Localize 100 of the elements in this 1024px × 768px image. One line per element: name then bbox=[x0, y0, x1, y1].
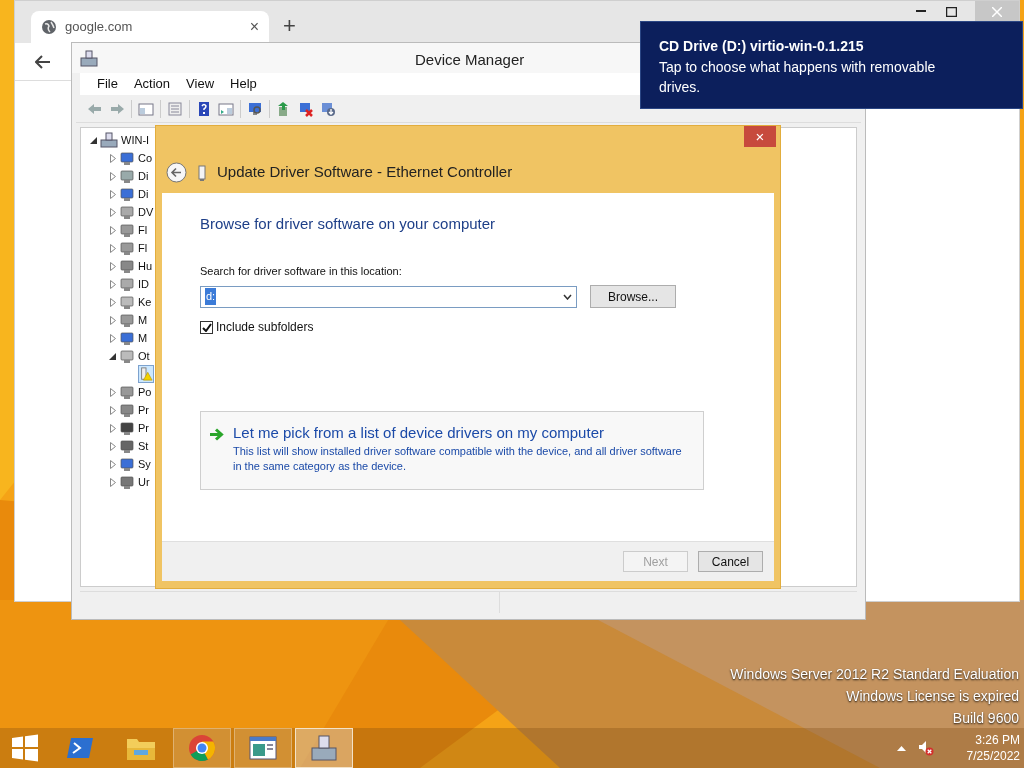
action-pane-icon[interactable] bbox=[218, 100, 234, 117]
notification-toast[interactable]: CD Drive (D:) virtio-win-0.1.215 Tap to choose what happens with removable drives. bbox=[640, 21, 1023, 109]
device-category-icon bbox=[119, 312, 135, 328]
menu-item[interactable]: Help bbox=[222, 74, 265, 94]
option-title: Let me pick from a list of device drivers on my computer bbox=[233, 424, 605, 442]
help-icon[interactable] bbox=[196, 100, 212, 117]
pick-from-list-option[interactable]: Let me pick from a list of device drivers on my computer This list will show installed driver software compatible with the device, and all driver software in the same category as the device. bbox=[200, 411, 704, 490]
tree-item[interactable]: WIN-I bbox=[121, 131, 150, 149]
arrow-icon bbox=[209, 428, 224, 441]
expand-arrow-icon[interactable] bbox=[109, 333, 116, 343]
tree-item[interactable]: ID bbox=[138, 275, 149, 293]
scan-monitor-icon[interactable] bbox=[247, 100, 263, 117]
collapse-arrow-icon[interactable] bbox=[109, 352, 116, 360]
device-category-icon bbox=[119, 150, 135, 166]
back-button-icon[interactable] bbox=[166, 162, 187, 183]
close-button[interactable]: × bbox=[744, 126, 776, 147]
browser-tab[interactable]: google.com × bbox=[31, 11, 269, 43]
expand-arrow-icon[interactable] bbox=[109, 171, 116, 181]
expand-arrow-icon[interactable] bbox=[109, 459, 116, 469]
device-category-icon bbox=[119, 222, 135, 238]
desktop-notice-text: Windows Server 2012 R2 Standard Evaluation bbox=[730, 665, 1019, 684]
browse-button[interactable]: Browse... bbox=[590, 285, 676, 308]
expand-arrow-icon[interactable] bbox=[109, 297, 116, 307]
menu-item[interactable]: View bbox=[178, 74, 223, 94]
expand-arrow-icon[interactable] bbox=[109, 423, 116, 433]
maximize-icon[interactable] bbox=[946, 7, 957, 17]
tree-item[interactable]: Di bbox=[138, 167, 149, 185]
dialog-title: Update Driver Software - Ethernet Controller bbox=[217, 162, 513, 183]
notification-message: Tap to choose what happens with removable drives. bbox=[659, 58, 937, 97]
close-icon bbox=[992, 7, 1002, 17]
desktop-notice-text: Build 9600 bbox=[952, 709, 1019, 728]
menu-item[interactable]: File bbox=[89, 74, 126, 94]
checkbox[interactable] bbox=[200, 320, 213, 334]
expand-arrow-icon[interactable] bbox=[109, 279, 116, 289]
cancel-button[interactable]: Cancel bbox=[698, 551, 763, 572]
tree-item[interactable]: Ur bbox=[138, 473, 150, 491]
expand-arrow-icon[interactable] bbox=[109, 225, 116, 235]
checkbox-label: Include subfolders bbox=[216, 319, 314, 336]
new-tab-button[interactable]: + bbox=[283, 15, 296, 37]
tree-item[interactable]: Pr bbox=[138, 419, 149, 437]
expand-arrow-icon[interactable] bbox=[109, 441, 116, 451]
device-category-icon bbox=[119, 456, 135, 472]
device-category-icon bbox=[119, 294, 135, 310]
expand-arrow-icon[interactable] bbox=[109, 315, 116, 325]
tree-item[interactable]: Co bbox=[138, 149, 153, 167]
tree-item[interactable]: Fl bbox=[138, 221, 148, 239]
expand-arrow-icon[interactable] bbox=[109, 243, 116, 253]
expand-arrow-icon[interactable] bbox=[109, 153, 116, 163]
expand-arrow-icon[interactable] bbox=[109, 387, 116, 397]
collapse-arrow-icon[interactable] bbox=[90, 136, 97, 144]
tree-item[interactable]: Hu bbox=[138, 257, 153, 275]
download-device-icon[interactable] bbox=[320, 100, 336, 117]
tree-item[interactable]: Ot bbox=[138, 347, 150, 365]
tab-title: google.com bbox=[65, 18, 134, 37]
expand-arrow-icon[interactable] bbox=[109, 207, 116, 217]
remove-device-icon[interactable] bbox=[298, 100, 314, 117]
device-category-icon bbox=[119, 330, 135, 346]
desktop-notice-text: Windows License is expired bbox=[846, 687, 1019, 706]
device-warning-icon[interactable] bbox=[138, 365, 154, 383]
menu-item[interactable]: Action bbox=[125, 74, 179, 94]
clock-date: 7/25/2022 bbox=[966, 748, 1020, 764]
device-category-icon bbox=[119, 204, 135, 220]
tree-item[interactable]: Sy bbox=[138, 455, 151, 473]
location-label: Search for driver software in this location: bbox=[200, 263, 403, 279]
device-category-icon bbox=[119, 402, 135, 418]
device-manager-icon bbox=[80, 49, 98, 67]
tree-item[interactable]: M bbox=[138, 311, 148, 329]
tree-item[interactable]: Po bbox=[138, 383, 152, 401]
app-window-icon bbox=[249, 736, 277, 760]
clock-time: 3:26 PM bbox=[975, 732, 1020, 748]
terminal-icon bbox=[66, 736, 94, 760]
back-arrow-icon[interactable] bbox=[35, 54, 51, 69]
close-window-button[interactable] bbox=[975, 1, 1019, 23]
tree-item[interactable]: Di bbox=[138, 185, 149, 203]
close-tab-button[interactable]: × bbox=[249, 19, 259, 35]
option-description: This list will show installed driver software compatible with the device, and all driver software in the same category as the device. bbox=[233, 444, 683, 474]
tree-item[interactable]: Fl bbox=[138, 239, 148, 257]
speaker-muted-icon[interactable] bbox=[918, 740, 934, 756]
device-category-icon bbox=[119, 276, 135, 292]
device-category-icon bbox=[119, 474, 135, 490]
tree-item[interactable]: M bbox=[138, 329, 148, 347]
minimize-icon[interactable] bbox=[916, 10, 926, 13]
taskbar-button[interactable] bbox=[295, 728, 353, 768]
show-hidden-icons-icon[interactable] bbox=[897, 745, 906, 751]
expand-arrow-icon[interactable] bbox=[109, 261, 116, 271]
device-category-icon bbox=[119, 438, 135, 454]
expand-arrow-icon[interactable] bbox=[109, 477, 116, 487]
computer-icon bbox=[100, 132, 118, 148]
notification-title: CD Drive (D:) virtio-win-0.1.215 bbox=[659, 37, 865, 56]
expand-arrow-icon[interactable] bbox=[109, 189, 116, 199]
console-tree-icon[interactable] bbox=[138, 100, 154, 117]
device-category-icon bbox=[119, 168, 135, 184]
start-icon[interactable] bbox=[11, 734, 39, 762]
tree-item[interactable]: DV bbox=[138, 203, 154, 221]
expand-arrow-icon[interactable] bbox=[109, 405, 116, 415]
device-category-icon bbox=[119, 258, 135, 274]
tree-item[interactable]: Pr bbox=[138, 401, 149, 419]
location-combobox[interactable]: d: bbox=[200, 285, 577, 308]
tree-item[interactable]: St bbox=[138, 437, 149, 455]
tree-item[interactable]: Ke bbox=[138, 293, 152, 311]
